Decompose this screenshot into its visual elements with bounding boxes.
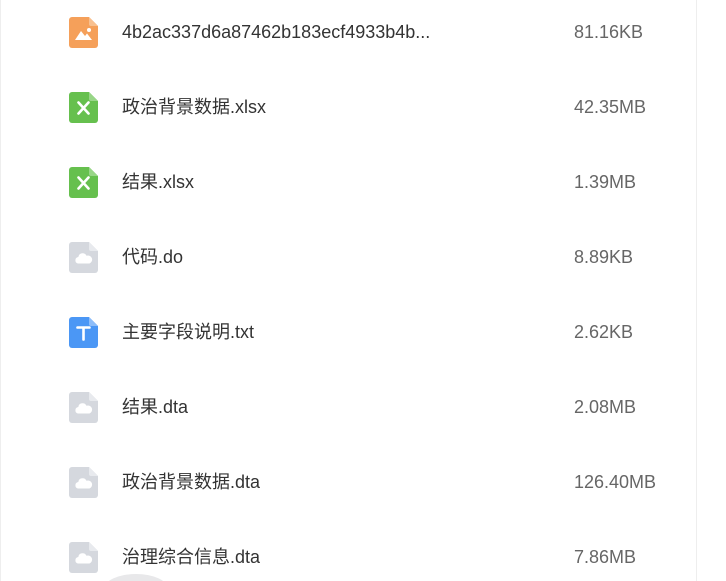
file-row[interactable]: 治理综合信息.dta 7.86MB xyxy=(1,521,696,581)
file-size: 81.16KB xyxy=(574,22,644,42)
file-name: 代码.do xyxy=(122,247,184,267)
file-size: 2.62KB xyxy=(574,322,634,342)
file-size: 1.39MB xyxy=(574,172,637,192)
file-row[interactable]: 政治背景数据.dta 126.40MB xyxy=(1,446,696,521)
file-name: 政治背景数据.dta xyxy=(122,472,261,492)
file-list: 4b2ac337d6a87462b183ecf4933b4b... 81.16K… xyxy=(0,0,696,581)
image-file-icon xyxy=(69,17,98,48)
file-row[interactable]: 结果.xlsx 1.39MB xyxy=(1,146,696,221)
excel-file-icon xyxy=(69,92,98,123)
file-row[interactable]: 政治背景数据.xlsx 42.35MB xyxy=(1,71,696,146)
file-name: 主要字段说明.txt xyxy=(122,322,255,342)
file-name: 政治背景数据.xlsx xyxy=(122,97,266,117)
file-row[interactable]: 主要字段说明.txt 2.62KB xyxy=(1,296,696,371)
file-size: 126.40MB xyxy=(574,472,657,492)
unknown-file-icon xyxy=(69,467,98,498)
file-size: 7.86MB xyxy=(574,547,637,567)
file-size: 8.89KB xyxy=(574,247,634,267)
file-name: 结果.xlsx xyxy=(122,172,194,192)
file-row[interactable]: 代码.do 8.89KB xyxy=(1,221,696,296)
file-row[interactable]: 结果.dta 2.08MB xyxy=(1,371,696,446)
right-divider xyxy=(696,0,697,581)
excel-file-icon xyxy=(69,167,98,198)
file-name: 4b2ac337d6a87462b183ecf4933b4b... xyxy=(122,22,431,42)
file-row[interactable]: 4b2ac337d6a87462b183ecf4933b4b... 81.16K… xyxy=(1,0,696,71)
unknown-file-icon xyxy=(69,542,98,573)
text-file-icon xyxy=(69,317,98,348)
unknown-file-icon xyxy=(69,392,98,423)
file-browser: 4b2ac337d6a87462b183ecf4933b4b... 81.16K… xyxy=(0,0,726,581)
file-size: 2.08MB xyxy=(574,397,637,417)
file-size: 42.35MB xyxy=(574,97,647,117)
unknown-file-icon xyxy=(69,242,98,273)
file-name: 治理综合信息.dta xyxy=(122,547,261,567)
file-name: 结果.dta xyxy=(122,397,189,417)
